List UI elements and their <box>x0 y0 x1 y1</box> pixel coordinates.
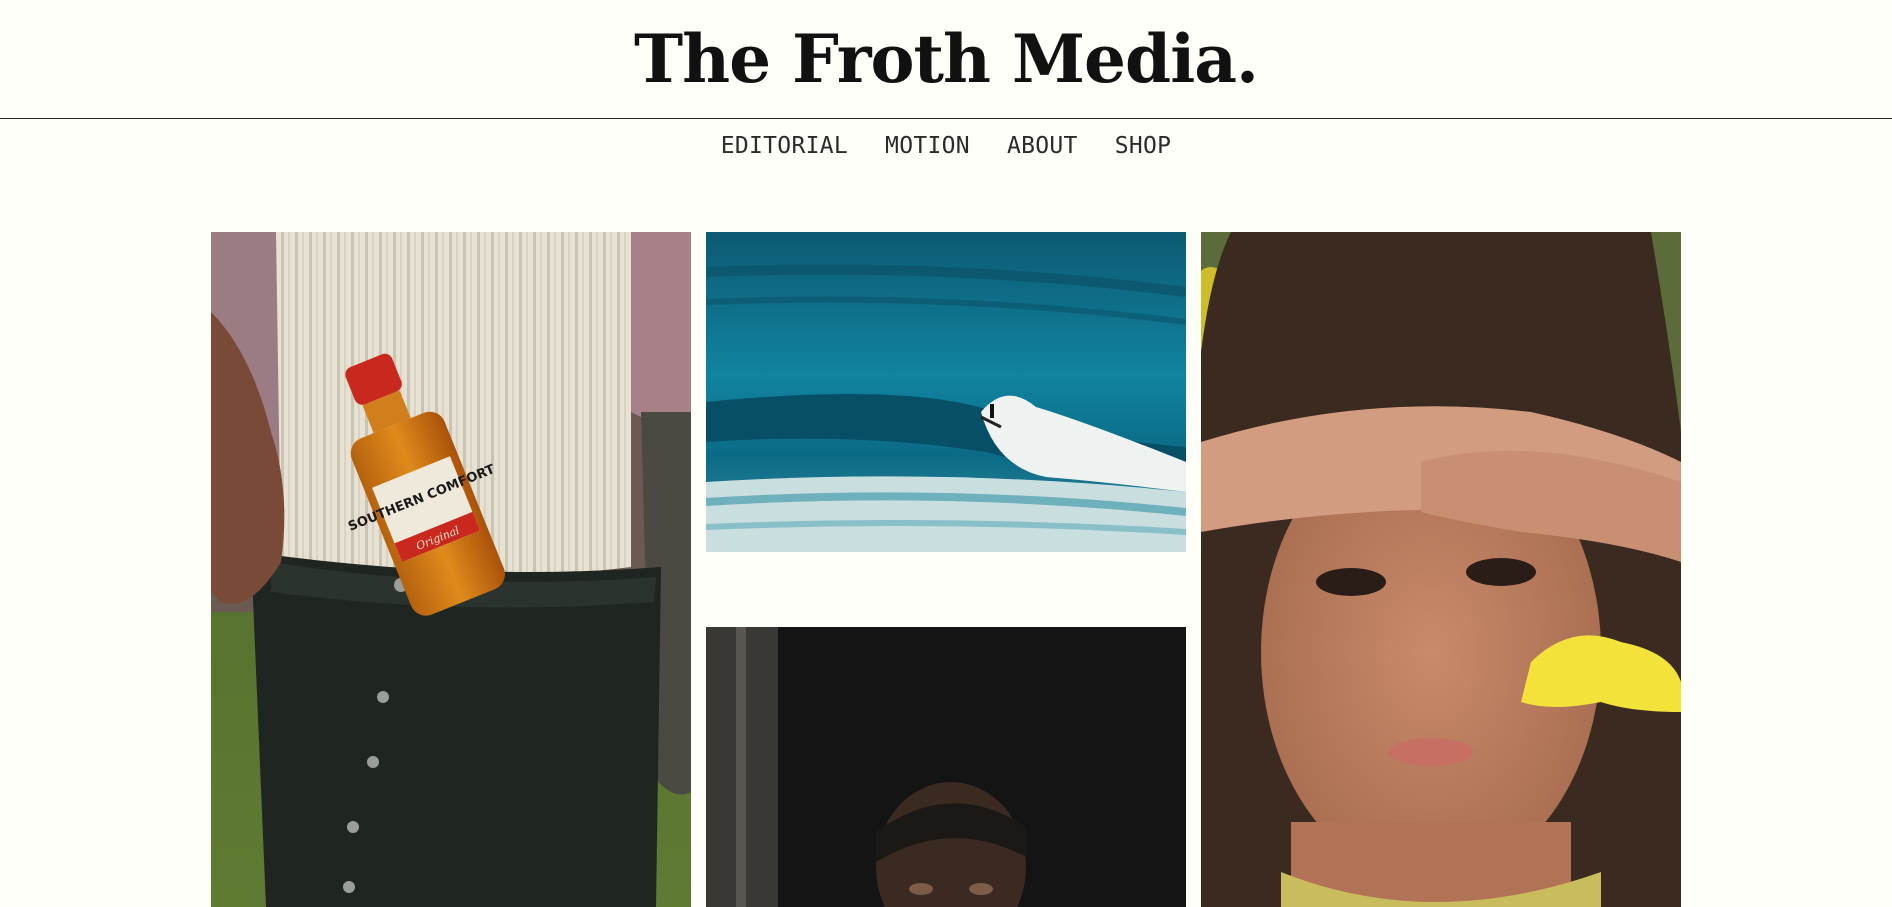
woman-flower-photo <box>1201 232 1681 907</box>
nav-link-about[interactable]: ABOUT <box>1007 126 1078 166</box>
nav-link-shop[interactable]: SHOP <box>1115 126 1172 166</box>
nav-link-motion[interactable]: MOTION <box>885 126 970 166</box>
nav-link-editorial[interactable]: EDITORIAL <box>721 126 848 166</box>
site-header: The Froth Media. <box>0 0 1892 119</box>
main-nav: EDITORIAL MOTION ABOUT SHOP <box>0 126 1892 166</box>
gallery-image-surfer[interactable] <box>706 232 1186 552</box>
dark-portrait-photo <box>706 627 1186 907</box>
gallery-image-woman-flower[interactable] <box>1201 232 1681 907</box>
bottle-pocket-photo: SOUTHERN COMFORT Original <box>211 232 691 907</box>
site-title[interactable]: The Froth Media. <box>0 14 1892 104</box>
surfer-photo <box>706 232 1186 552</box>
gallery-image-bottle-pocket[interactable]: SOUTHERN COMFORT Original <box>211 232 691 907</box>
gallery-image-dark-portrait[interactable] <box>706 627 1186 907</box>
